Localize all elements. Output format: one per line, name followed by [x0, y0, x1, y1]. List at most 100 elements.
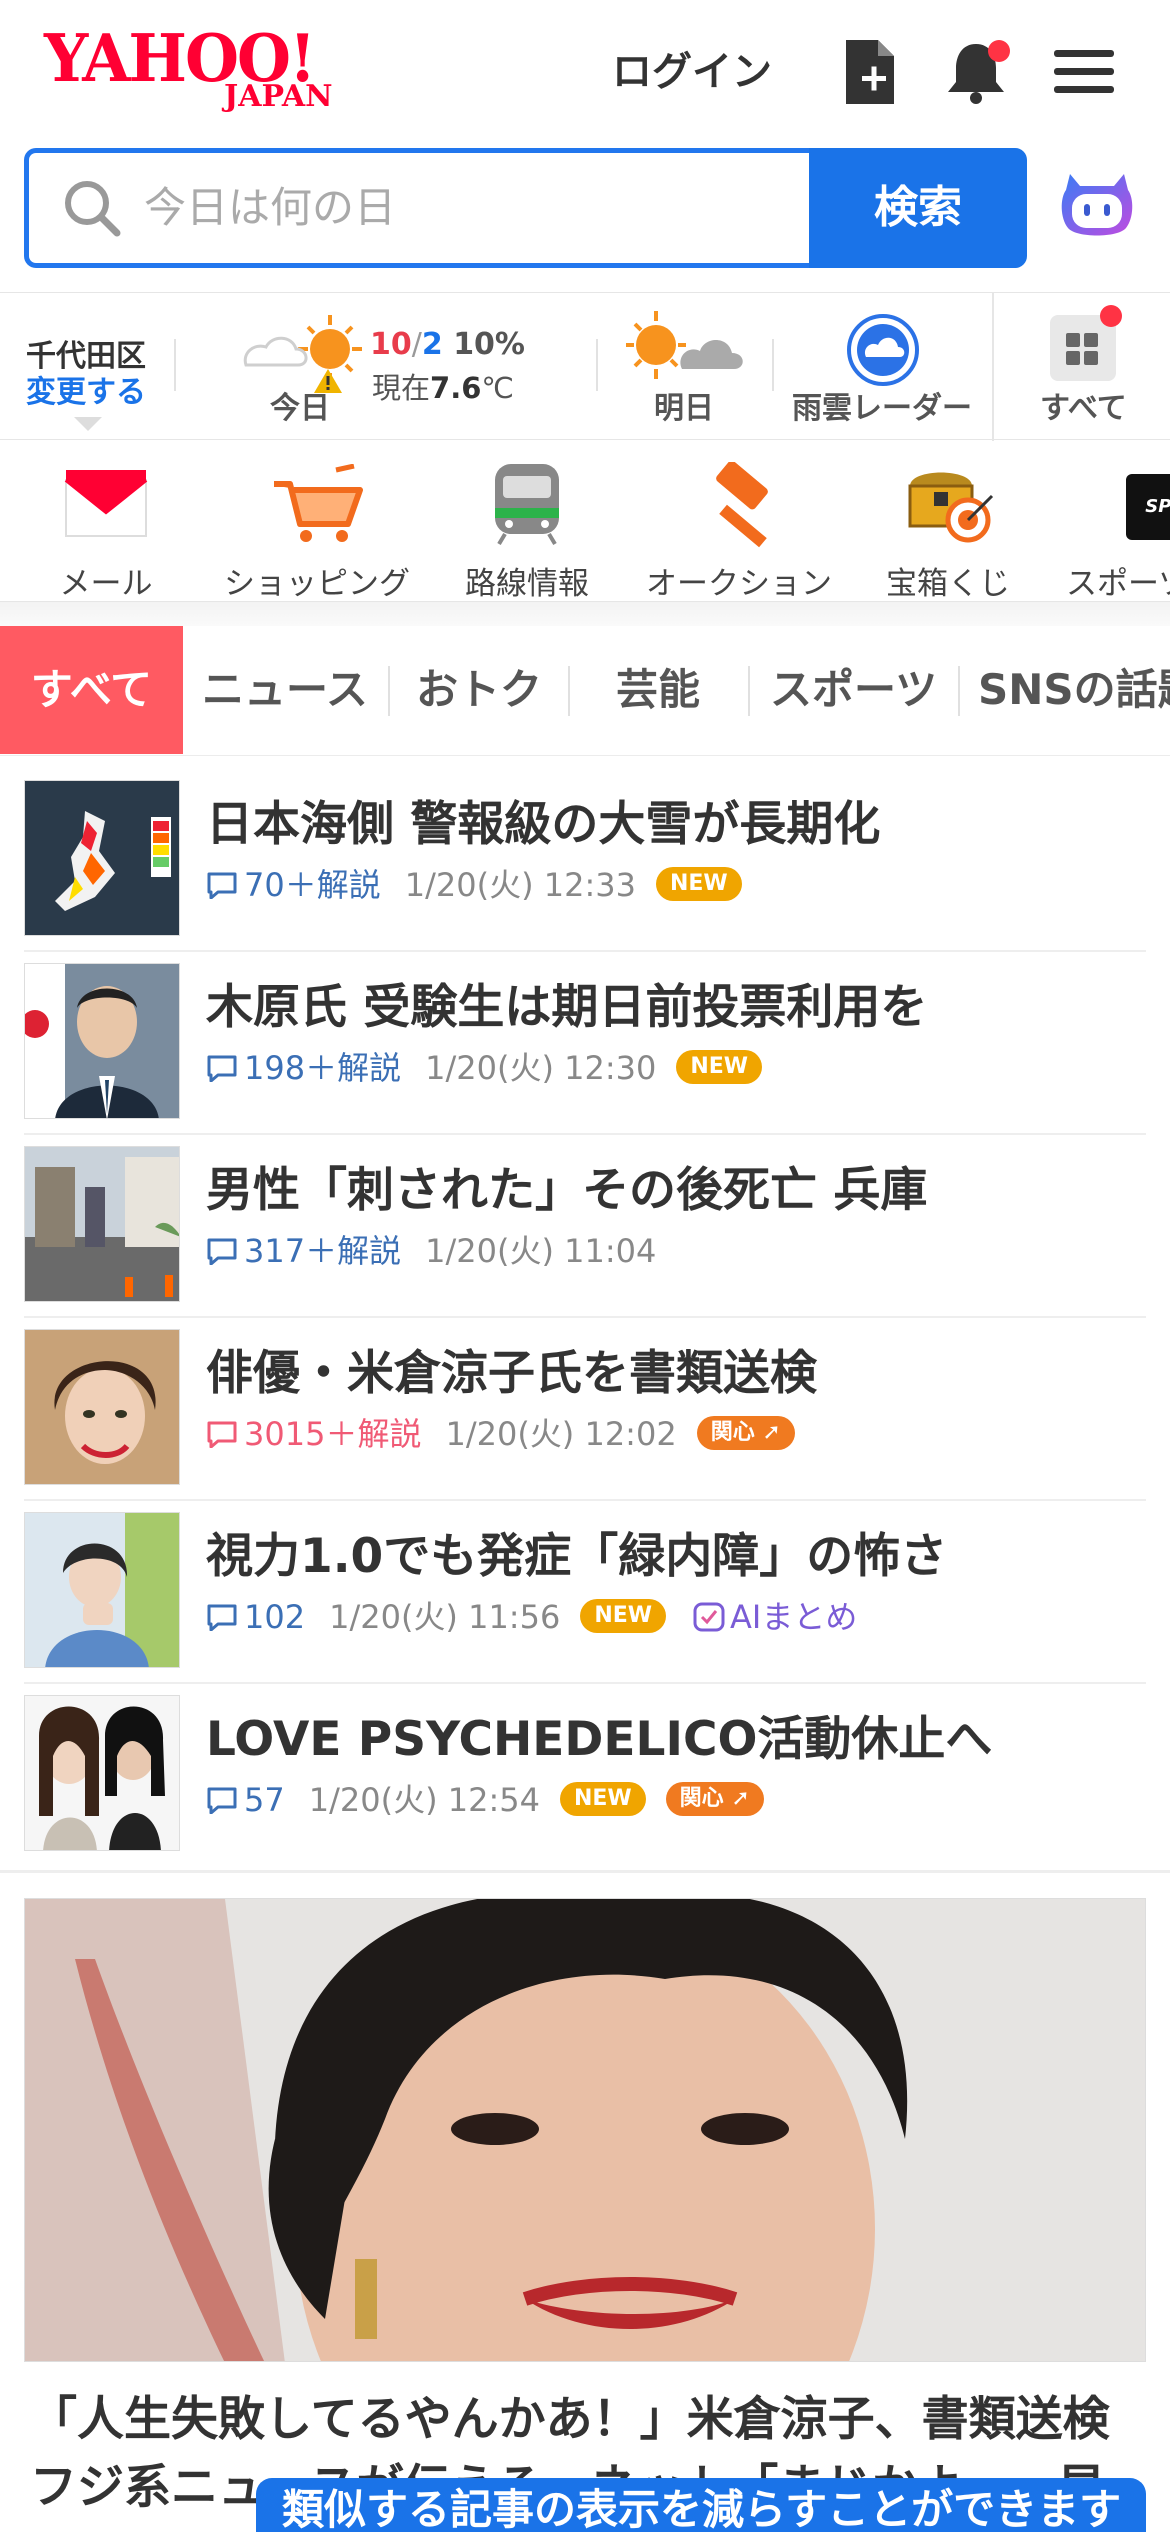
- divider: [174, 339, 176, 391]
- service-label: オークション: [646, 566, 832, 602]
- kaisetsu-label: ＋解説: [305, 1049, 402, 1087]
- news-title: 俳優・米倉涼子氏を書類送検: [206, 1346, 817, 1401]
- service-label: 宝箱くじ: [886, 566, 1010, 602]
- comment-count: 57: [244, 1781, 285, 1819]
- news-thumbnail: [24, 780, 180, 936]
- news-meta: 198＋解説 1/20(火) 12:30 NEW: [206, 1045, 763, 1091]
- kaisetsu-label: ＋解説: [325, 1415, 422, 1453]
- new-badge: NEW: [580, 1599, 667, 1633]
- news-thumbnail: [24, 1512, 180, 1668]
- service-shortcuts: メール ショッピング 路線情報 オークション 宝箱くじ S スポー: [0, 440, 1170, 602]
- tab-sports[interactable]: スポーツ: [770, 626, 937, 754]
- notification-dot: [1100, 305, 1122, 327]
- weather-today-label: 今日: [270, 391, 330, 426]
- tab-divider: [568, 666, 570, 716]
- comment-count: 198: [244, 1049, 306, 1087]
- location-dropdown-caret: [74, 417, 102, 431]
- treasure-icon: [908, 472, 994, 543]
- news-meta: 70＋解説 1/20(火) 12:33 NEW: [206, 862, 742, 908]
- header: YAHOO! JAPAN ログイン: [0, 0, 1170, 145]
- search-button[interactable]: 検索: [809, 148, 1027, 268]
- service-label: 路線情報: [465, 566, 589, 602]
- cloudy-sunny-icon: [243, 315, 362, 393]
- news-meta: 3015＋解説 1/20(火) 12:02 関心 ➚: [206, 1411, 795, 1457]
- news-item[interactable]: 日本海側 警報級の大雪が長期化 70＋解説 1/20(火) 12:33 NEW: [24, 770, 1146, 952]
- news-time: 1/20(火) 11:04: [425, 1232, 657, 1270]
- news-item[interactable]: 男性「刺された」その後死亡 兵庫 317＋解説 1/20(火) 11:04: [24, 1136, 1146, 1318]
- temp-high: 10: [370, 327, 412, 362]
- service-label: メール: [59, 566, 153, 602]
- change-location-link[interactable]: 変更する: [26, 367, 146, 411]
- news-title: 木原氏 受験生は期日前投票利用を: [206, 980, 928, 1035]
- current-temp: 現在7.6℃: [372, 365, 514, 407]
- section-divider: [0, 1870, 1170, 1873]
- tab-all[interactable]: すべて: [0, 626, 183, 754]
- search-icon: [65, 181, 121, 237]
- temp-low: 2: [421, 327, 443, 362]
- tab-deals[interactable]: おトク: [416, 626, 542, 754]
- news-title: 男性「刺された」その後死亡 兵庫: [206, 1163, 928, 1218]
- yahoo-japan-top-page: YAHOO! JAPAN ログイン 今日は何の日 検索 千代田区 変更する 今日…: [0, 0, 1170, 2532]
- tab-news[interactable]: ニュース: [202, 626, 368, 754]
- logo-sub-text: JAPAN: [224, 79, 333, 114]
- kaisetsu-label: ＋解説: [284, 866, 381, 904]
- notification-dot: [988, 40, 1010, 62]
- sunny-cloudy-icon: [626, 311, 743, 379]
- news-time: 1/20(火) 12:30: [425, 1049, 657, 1087]
- sports-icon: SPO: [1126, 474, 1170, 540]
- tab-entertainment[interactable]: 芸能: [616, 626, 700, 754]
- content-tabs: すべて ニュース おトク 芸能 スポーツ SNSの話題: [0, 626, 1170, 756]
- ai-summary-link[interactable]: AIまとめ: [692, 1598, 857, 1636]
- news-item[interactable]: 視力1.0でも発症「緑内障」の怖さ 102 1/20(火) 11:56 NEW AIま…: [24, 1502, 1146, 1684]
- comment-icon: [207, 872, 237, 899]
- search-box[interactable]: 今日は何の日: [24, 148, 809, 268]
- notification-bell-icon[interactable]: [940, 36, 1012, 108]
- news-item[interactable]: 俳優・米倉涼子氏を書類送検 3015＋解説 1/20(火) 12:02 関心 ➚: [24, 1319, 1146, 1501]
- news-title: 日本海側 警報級の大雪が長期化: [206, 797, 881, 852]
- menu-icon[interactable]: [1048, 36, 1120, 108]
- news-title: 視力1.0でも発症「緑内障」の怖さ: [206, 1529, 948, 1584]
- interest-badge: 関心 ➚: [665, 1782, 764, 1816]
- news-time: 1/20(火) 12:33: [404, 866, 636, 904]
- featured-article-image[interactable]: [24, 1898, 1146, 2362]
- current-temp-value: 7.6: [430, 371, 482, 405]
- feedback-toast[interactable]: 類似する記事の表示を減らすことができます: [256, 2478, 1146, 2532]
- comment-count: 70: [244, 866, 285, 904]
- tab-divider: [748, 666, 750, 716]
- news-meta: 102 1/20(火) 11:56 NEW AIまとめ: [206, 1594, 857, 1640]
- search-input[interactable]: 今日は何の日: [144, 177, 396, 239]
- comment-count: 102: [244, 1598, 306, 1636]
- kaisetsu-label: ＋解説: [305, 1232, 402, 1270]
- service-label: ショッピング: [224, 566, 410, 602]
- ai-assistant-icon[interactable]: [1056, 168, 1138, 248]
- news-item[interactable]: LOVE PSYCHEDELICO活動休止へ 57 1/20(火) 12:54 NE…: [24, 1685, 1146, 1867]
- comment-icon: [207, 1238, 237, 1265]
- news-item[interactable]: 木原氏 受験生は期日前投票利用を 198＋解説 1/20(火) 12:30 NEW: [24, 953, 1146, 1135]
- new-document-icon[interactable]: [834, 36, 906, 108]
- current-temp-unit: ℃: [481, 371, 514, 405]
- comment-count: 3015: [244, 1415, 326, 1453]
- comment-count: 317: [244, 1232, 306, 1270]
- comment-icon: [207, 1787, 237, 1814]
- tab-sns[interactable]: SNSの話題: [978, 626, 1170, 754]
- yahoo-logo[interactable]: YAHOO! JAPAN: [44, 26, 366, 120]
- ai-summary-label: AIまとめ: [730, 1598, 858, 1636]
- news-thumbnail: [24, 963, 180, 1119]
- mail-icon: [64, 470, 148, 537]
- news-thumbnail: [24, 1695, 180, 1851]
- login-link[interactable]: ログイン: [612, 44, 772, 100]
- news-time: 1/20(火) 11:56: [329, 1598, 561, 1636]
- weather-bar: 千代田区 変更する 今日 10/2 10% 現在7.6℃ 明日 雨雲レーダー す…: [0, 292, 1170, 441]
- interest-badge: 関心 ➚: [696, 1416, 795, 1450]
- divider: [772, 339, 774, 391]
- service-label: スポーツ: [1066, 566, 1170, 602]
- weather-tomorrow-label: 明日: [654, 391, 714, 426]
- news-meta: 57 1/20(火) 12:54 NEW 関心 ➚: [206, 1777, 764, 1823]
- comment-icon: [207, 1055, 237, 1082]
- comment-icon: [207, 1604, 237, 1631]
- tab-divider: [388, 666, 390, 716]
- news-time: 1/20(火) 12:54: [308, 1781, 540, 1819]
- featured-title[interactable]: 「人生失敗してるやんかあ！」米倉涼子、書類送検: [30, 2380, 1110, 2449]
- news-time: 1/20(火) 12:02: [445, 1415, 677, 1453]
- rain-radar-icon: [847, 314, 919, 386]
